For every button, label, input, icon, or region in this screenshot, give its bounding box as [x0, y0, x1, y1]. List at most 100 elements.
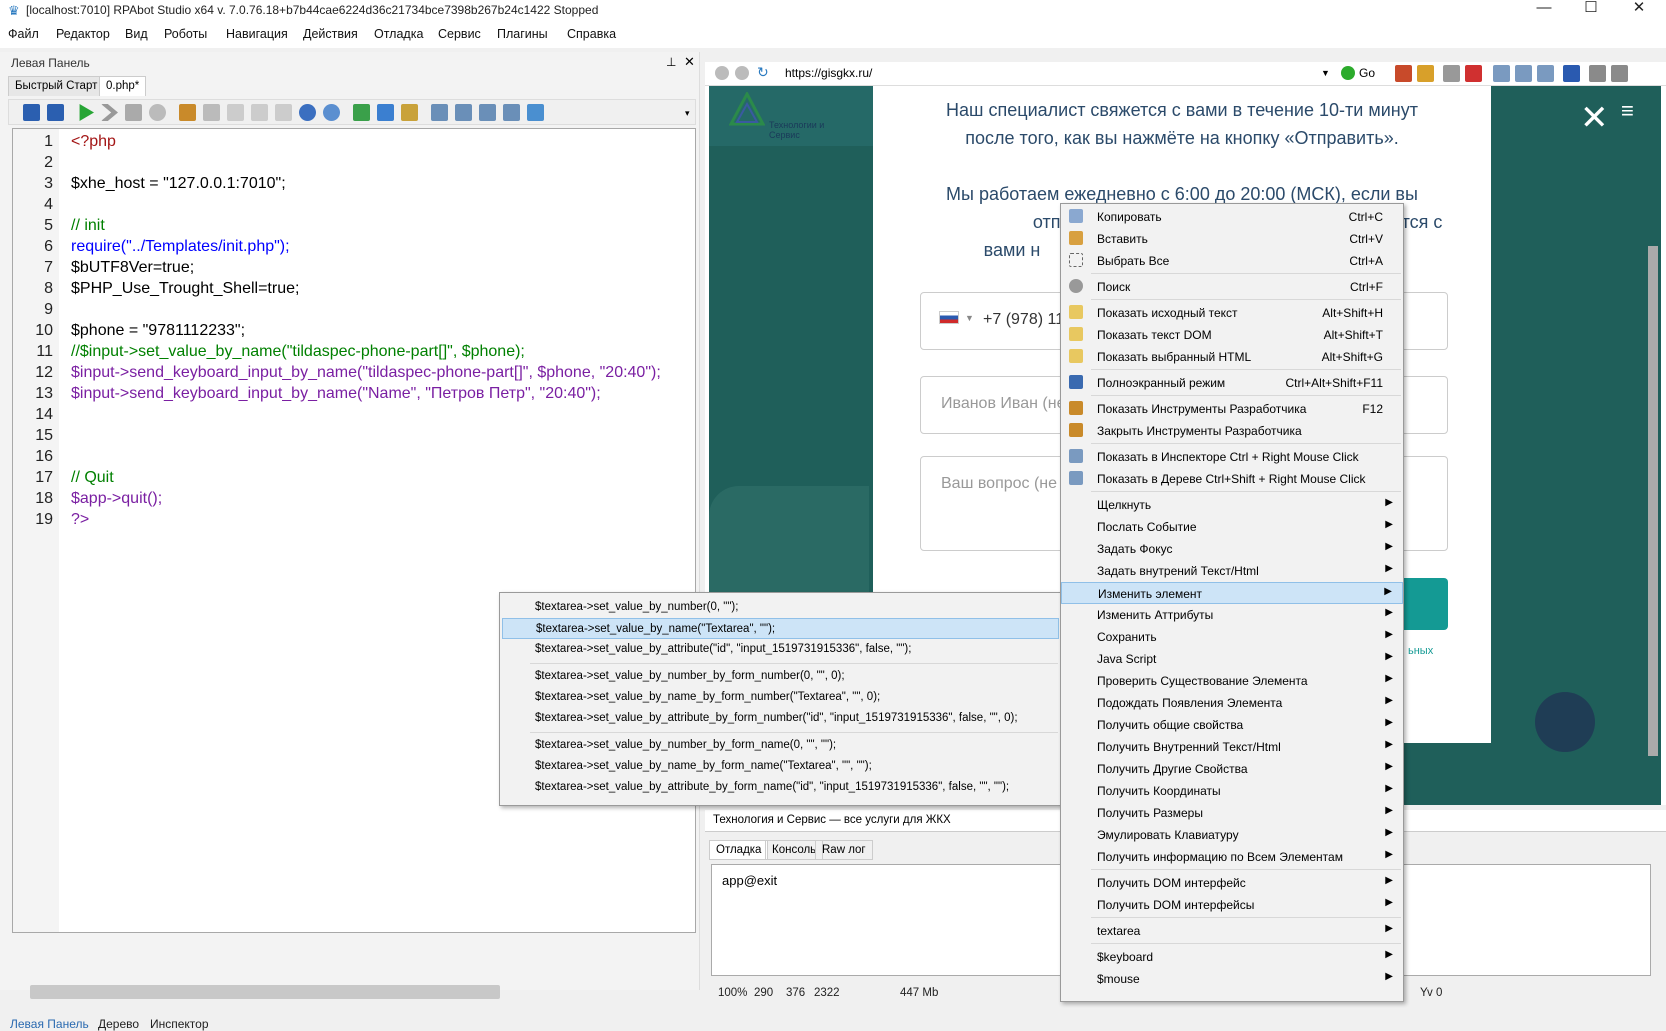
ctx-mouse[interactable]: $mouse ▶ [1061, 968, 1403, 990]
ctx-show-tree[interactable]: Показать в Дереве Ctrl+Shift + Right Mou… [1061, 468, 1403, 490]
submenu-item[interactable]: $textarea->set_value_by_name_by_form_num… [502, 687, 1059, 708]
step-in-icon[interactable] [227, 104, 244, 121]
back-icon[interactable] [715, 66, 729, 80]
settings-icon[interactable] [149, 104, 166, 121]
tool-icon-1[interactable] [1395, 65, 1412, 82]
bug-icon[interactable] [203, 104, 220, 121]
flag-ru-icon[interactable] [939, 311, 959, 324]
submenu-item[interactable]: $textarea->set_value_by_number_by_form_n… [502, 666, 1059, 687]
step-icon[interactable] [101, 104, 118, 121]
toolbar-overflow-icon[interactable]: ▾ [685, 108, 690, 119]
ctx-get-sizes[interactable]: Получить Размеры ▶ [1061, 802, 1403, 824]
ctx-check-exists[interactable]: Проверить Существование Элемента ▶ [1061, 670, 1403, 692]
ctx-get-other[interactable]: Получить Другие Свойства ▶ [1061, 758, 1403, 780]
ctx-fullscreen[interactable]: Полноэкранный режим Ctrl+Alt+Shift+F11 [1061, 372, 1403, 394]
ctx-get-coords[interactable]: Получить Координаты ▶ [1061, 780, 1403, 802]
users-icon[interactable] [503, 104, 520, 121]
chat-icon[interactable] [1535, 692, 1595, 752]
ctx-get-inner[interactable]: Получить Внутренний Текст/Html ▶ [1061, 736, 1403, 758]
add-file-icon[interactable] [353, 104, 370, 121]
ctx-send-event[interactable]: Послать Событие ▶ [1061, 516, 1403, 538]
step-over-icon[interactable] [251, 104, 268, 121]
tool-icon-5[interactable] [1493, 65, 1510, 82]
ctx-search[interactable]: Поиск Ctrl+F [1061, 276, 1403, 298]
ctx-wait-element[interactable]: Подождать Появления Элемента ▶ [1061, 692, 1403, 714]
tools2-icon[interactable] [455, 104, 472, 121]
tool-icon-9[interactable] [1589, 65, 1606, 82]
tab-inspector[interactable]: Инспектор [150, 1017, 209, 1031]
submenu-item[interactable]: $textarea->set_value_by_number_by_form_n… [502, 735, 1059, 756]
close-window-button[interactable]: ✕ [1616, 0, 1662, 22]
ctx-all-elements-info[interactable]: Получить информацию по Всем Элементам ▶ [1061, 846, 1403, 868]
save-all-icon[interactable] [47, 104, 64, 121]
menu-debug[interactable]: Отладка [374, 27, 423, 41]
ctx-keyboard[interactable]: $keyboard ▶ [1061, 946, 1403, 968]
go-icon[interactable] [1341, 66, 1355, 80]
wand-icon[interactable] [479, 104, 496, 121]
menu-actions[interactable]: Действия [303, 27, 358, 41]
run-icon[interactable] [79, 104, 94, 121]
tool-icon-8[interactable] [1563, 65, 1580, 82]
ctx-set-focus[interactable]: Задать Фокус ▶ [1061, 538, 1403, 560]
stop-icon[interactable] [125, 104, 142, 121]
gear-icon[interactable] [323, 104, 340, 121]
phone-input[interactable]: +7 (978) 11 [983, 311, 1064, 329]
consent-link[interactable]: ьных [1408, 645, 1433, 657]
ctx-change-element[interactable]: Изменить элемент ▶ [1061, 582, 1403, 604]
ctx-emulate-keyboard[interactable]: Эмулировать Клавиатуру ▶ [1061, 824, 1403, 846]
debug-icon[interactable] [179, 104, 196, 121]
ctx-selected-html[interactable]: Показать выбранный HTML Alt+Shift+G [1061, 346, 1403, 368]
menu-plugins[interactable]: Плагины [497, 27, 548, 41]
tool-icon-4[interactable] [1465, 65, 1482, 82]
tool-icon-6[interactable] [1515, 65, 1532, 82]
flag-dropdown-icon[interactable]: ▼ [965, 313, 974, 323]
menu-file[interactable]: Файл [8, 27, 39, 41]
ctx-dom-interface[interactable]: Получить DOM интерфейс ▶ [1061, 872, 1403, 894]
tool-icon-10[interactable] [1611, 65, 1628, 82]
submenu-item[interactable]: $textarea->set_value_by_attribute("id", … [502, 639, 1059, 660]
ctx-select-all[interactable]: Выбрать Все Ctrl+A [1061, 250, 1403, 272]
tab-raw-log[interactable]: Raw лог [815, 840, 873, 860]
tab-debug[interactable]: Отладка [709, 840, 769, 860]
network-icon[interactable] [527, 104, 544, 121]
menu-view[interactable]: Вид [125, 27, 148, 41]
page-scrollbar[interactable] [1648, 246, 1658, 756]
maximize-button[interactable]: ☐ [1568, 0, 1614, 22]
step-out-icon[interactable] [275, 104, 292, 121]
submenu-item[interactable]: $textarea->set_value_by_name_by_form_nam… [502, 756, 1059, 777]
ctx-show-inspector[interactable]: Показать в Инспекторе Ctrl + Right Mouse… [1061, 446, 1403, 468]
ctx-set-inner[interactable]: Задать внутрений Текст/Html ▶ [1061, 560, 1403, 582]
horizontal-scrollbar[interactable] [30, 985, 500, 999]
ctx-copy[interactable]: Копировать Ctrl+C [1061, 206, 1403, 228]
question-textarea[interactable]: Ваш вопрос (не [941, 475, 1057, 493]
ctx-javascript[interactable]: Java Script ▶ [1061, 648, 1403, 670]
ctx-dom-text[interactable]: Показать текст DOM Alt+Shift+T [1061, 324, 1403, 346]
tool-icon-2[interactable] [1417, 65, 1434, 82]
name-input[interactable]: Иванов Иван (не [941, 395, 1065, 413]
tab-tree[interactable]: Дерево [98, 1017, 139, 1031]
tools-icon[interactable] [431, 104, 448, 121]
ctx-paste[interactable]: Вставить Ctrl+V [1061, 228, 1403, 250]
submenu-item[interactable]: $textarea->set_value_by_name("Textarea",… [502, 618, 1059, 639]
search-icon[interactable] [299, 104, 316, 121]
ctx-click[interactable]: Щелкнуть ▶ [1061, 494, 1403, 516]
submenu-item[interactable]: $textarea->set_value_by_attribute_by_for… [502, 777, 1059, 798]
minimize-button[interactable]: — [1521, 0, 1567, 22]
code-editor[interactable]: 1 2 3 4 5 6 7 8 9 10 11 12 13 14 15 16 1… [12, 128, 696, 933]
import-icon[interactable] [377, 104, 394, 121]
tab-file[interactable]: 0.php* [99, 76, 147, 96]
close-panel-icon[interactable]: ✕ [684, 54, 695, 70]
submenu-item[interactable]: $textarea->set_value_by_attribute_by_for… [502, 708, 1059, 729]
ctx-textarea[interactable]: textarea ▶ [1061, 920, 1403, 942]
url-input[interactable]: https://gisgkx.ru/ [785, 66, 872, 80]
forward-icon[interactable] [735, 66, 749, 80]
go-button[interactable]: Go [1359, 66, 1375, 80]
url-dropdown-icon[interactable]: ▼ [1321, 68, 1330, 78]
tab-left-panel[interactable]: Левая Панель [10, 1017, 89, 1031]
menu-help[interactable]: Справка [567, 27, 616, 41]
ctx-change-attrs[interactable]: Изменить Аттрибуты ▶ [1061, 604, 1403, 626]
menu-editor[interactable]: Редактор [56, 27, 110, 41]
close-modal-icon[interactable]: ✕ [1580, 98, 1609, 138]
tab-quick-start[interactable]: Быстрый Старт [8, 76, 105, 96]
ctx-get-props[interactable]: Получить общие свойства ▶ [1061, 714, 1403, 736]
